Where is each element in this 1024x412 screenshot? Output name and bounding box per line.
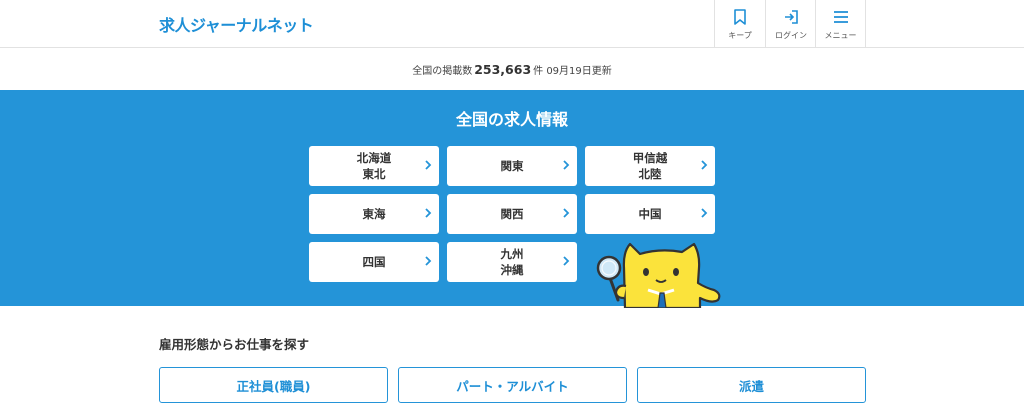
- login-label: ログイン: [775, 31, 807, 40]
- hamburger-icon: [833, 11, 848, 23]
- region-button-kansai[interactable]: 関西: [447, 194, 577, 234]
- employment-type-parttime-button[interactable]: パート・アルバイト: [398, 367, 627, 403]
- region-button-chugoku[interactable]: 中国: [585, 194, 715, 234]
- listing-count-prefix: 全国の掲載数: [412, 65, 473, 77]
- chevron-right-icon: [425, 256, 432, 266]
- employment-type-heading: 雇用形態からお仕事を探す: [159, 337, 310, 352]
- region-section-title: 全国の求人情報: [455, 110, 568, 129]
- mascot-cat-illustration: [590, 238, 730, 308]
- chevron-right-icon: [701, 160, 708, 170]
- login-button[interactable]: ログイン: [765, 0, 816, 47]
- chevron-right-icon: [563, 160, 570, 170]
- region-label: 甲信越 北陸: [632, 151, 668, 181]
- chevron-right-icon: [563, 208, 570, 218]
- region-label: 中国: [638, 207, 662, 221]
- region-button-hokkaido-tohoku[interactable]: 北海道 東北: [309, 146, 439, 186]
- mascot-icon: [596, 242, 721, 308]
- region-button-kyushu-okinawa[interactable]: 九州 沖縄: [447, 242, 577, 282]
- chevron-right-icon: [425, 160, 432, 170]
- region-label: 関東: [500, 159, 524, 173]
- region-label: 関西: [500, 207, 524, 221]
- keep-label: キープ: [728, 31, 752, 40]
- menu-button[interactable]: メニュー: [815, 0, 866, 47]
- site-header: 求人ジャーナルネット キープ ログイン メニュー: [0, 0, 1024, 48]
- employment-type-fulltime-button[interactable]: 正社員(職員): [159, 367, 388, 403]
- region-button-kanto[interactable]: 関東: [447, 146, 577, 186]
- menu-label: メニュー: [824, 31, 857, 40]
- listing-update-date: 件 09月19日更新: [533, 65, 612, 77]
- listing-count: 253,663: [474, 61, 532, 77]
- region-label: 九州 沖縄: [500, 247, 524, 277]
- chevron-right-icon: [563, 256, 570, 266]
- chevron-right-icon: [701, 208, 708, 218]
- site-logo[interactable]: 求人ジャーナルネット: [159, 12, 314, 36]
- region-label: 東海: [362, 207, 386, 221]
- region-button-shikoku[interactable]: 四国: [309, 242, 439, 282]
- region-button-tokai[interactable]: 東海: [309, 194, 439, 234]
- login-icon: [785, 10, 798, 24]
- listing-count-bar: 全国の掲載数 253,663 件 09月19日更新: [0, 48, 1024, 90]
- region-button-koshinetsu-hokuriku[interactable]: 甲信越 北陸: [585, 146, 715, 186]
- employment-type-dispatch-button[interactable]: 派遣: [637, 367, 866, 403]
- keep-button[interactable]: キープ: [714, 0, 765, 47]
- region-label: 四国: [362, 255, 386, 269]
- chevron-right-icon: [425, 208, 432, 218]
- region-label: 北海道 東北: [356, 151, 392, 181]
- bookmark-icon: [734, 9, 746, 25]
